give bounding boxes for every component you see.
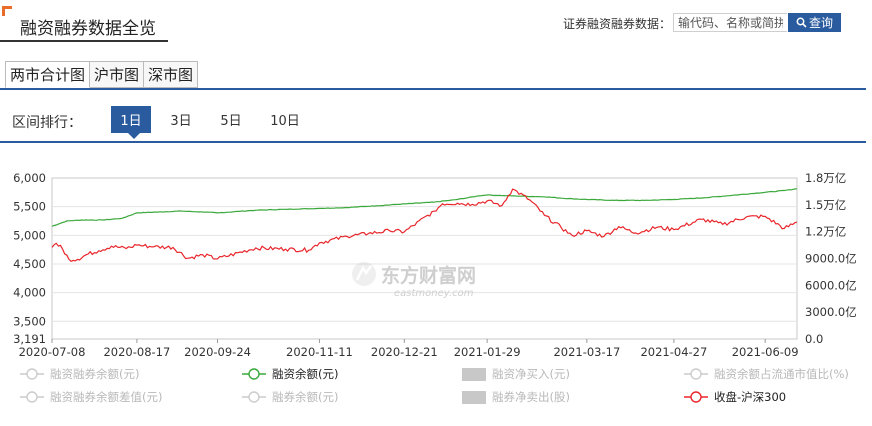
legend-item[interactable]: 融资融券余额(元) bbox=[20, 367, 139, 381]
tab-shanghai[interactable]: 沪市图 bbox=[89, 61, 145, 88]
x-tick-label: 2020-12-21 bbox=[371, 345, 438, 359]
watermark-text: 东方财富网 bbox=[381, 264, 476, 287]
y-left-tick-label: 4,500 bbox=[13, 257, 46, 271]
x-tick-label: 2020-08-17 bbox=[103, 345, 170, 359]
range-10-day-button[interactable]: 10日 bbox=[265, 106, 305, 133]
legend-item[interactable]: 融资融券余额差值(元) bbox=[20, 390, 162, 404]
legend-label: 融券净卖出(股) bbox=[492, 390, 570, 404]
tabs-divider bbox=[0, 88, 866, 90]
search-button-label: 查询 bbox=[808, 16, 833, 30]
stock-search-input[interactable] bbox=[673, 13, 787, 32]
legend-item[interactable]: 收盘-沪深300 bbox=[684, 390, 786, 404]
range-1-day-button[interactable]: 1日 bbox=[111, 106, 151, 133]
x-tick-label: 2021-06-09 bbox=[732, 345, 799, 359]
range-label: 区间排行： bbox=[12, 115, 82, 131]
legend-circle-icon bbox=[26, 368, 38, 380]
y-left-tick-label: 4,000 bbox=[13, 286, 46, 300]
y-right-tick-label: 9000.0亿 bbox=[805, 252, 857, 266]
x-tick-label: 2020-11-11 bbox=[286, 345, 353, 359]
x-tick-label: 2021-01-29 bbox=[454, 345, 521, 359]
eastmoney-watermark: 东方财富网 eastmoney.com bbox=[352, 262, 476, 299]
legend-label: 融资融券余额(元) bbox=[50, 367, 139, 381]
legend-item[interactable]: 融券余额(元) bbox=[242, 390, 338, 404]
legend-circle-icon bbox=[690, 391, 702, 403]
y-right-tick-label: 1.8万亿 bbox=[805, 171, 846, 185]
tab-shenzhen[interactable]: 深市图 bbox=[143, 61, 199, 88]
legend-label: 融资融券余额差值(元) bbox=[50, 390, 162, 404]
search-button[interactable]: 查询 bbox=[788, 13, 841, 32]
legend-label: 融资净买入(元) bbox=[492, 367, 570, 381]
x-tick-label: 2020-09-24 bbox=[184, 345, 251, 359]
legend-label: 融资余额(元) bbox=[272, 367, 338, 381]
x-tick-label: 2020-07-08 bbox=[19, 345, 86, 359]
tab-combined-markets[interactable]: 两市合计图 bbox=[5, 61, 91, 88]
margin-trading-chart: 东方财富网 eastmoney.com 6,000 5,500 5,000 4,500… bbox=[13, 171, 857, 404]
legend-bar-icon bbox=[462, 368, 486, 381]
y-left-tick-label: 6,000 bbox=[13, 171, 46, 185]
y-right-tick-label: 6000.0亿 bbox=[805, 278, 857, 292]
y-right-tick-label: 1.5万亿 bbox=[805, 198, 846, 212]
legend-circle-icon bbox=[248, 368, 260, 380]
title-corner-mark bbox=[2, 6, 12, 16]
legend-circle-icon bbox=[690, 368, 702, 380]
legend-item[interactable]: 融资净买入(元) bbox=[462, 367, 570, 381]
legend-circle-icon bbox=[248, 391, 260, 403]
range-5-day-button[interactable]: 5日 bbox=[213, 106, 249, 133]
market-tabs: 两市合计图 沪市图 深市图 bbox=[5, 61, 199, 89]
y-left-tick-label: 5,500 bbox=[13, 200, 46, 214]
range-3-day-button[interactable]: 3日 bbox=[163, 106, 199, 133]
legend-bar-icon bbox=[462, 391, 486, 404]
csi300-close-line bbox=[51, 188, 798, 263]
legend-label: 收盘-沪深300 bbox=[714, 390, 786, 404]
y-right-tick-label: 0.0 bbox=[805, 332, 823, 346]
search-label: 证券融资融券数据： bbox=[563, 17, 672, 31]
watermark-subtext: eastmoney.com bbox=[394, 288, 474, 299]
range-active-caret bbox=[128, 133, 140, 139]
chart-legend: 融资融券余额(元) 融资余额(元) 融资净买入(元) 融资余额占流通市值比(%) 融资融… bbox=[20, 367, 849, 404]
title-underline bbox=[0, 40, 168, 42]
y-left-tick-label: 5,000 bbox=[13, 228, 46, 242]
legend-label: 融券余额(元) bbox=[272, 390, 338, 404]
legend-item[interactable]: 融券净卖出(股) bbox=[462, 390, 570, 404]
x-tick-label: 2021-03-17 bbox=[553, 345, 620, 359]
legend-circle-icon bbox=[26, 391, 38, 403]
page-title: 融资融券数据全览 bbox=[20, 19, 156, 39]
margin-balance-line bbox=[51, 188, 798, 227]
y-left-tick-label: 3,191 bbox=[13, 332, 46, 346]
chart-series bbox=[51, 188, 798, 263]
y-right-tick-label: 1.2万亿 bbox=[805, 225, 846, 239]
y-right-tick-label: 3000.0亿 bbox=[805, 305, 857, 319]
y-left-tick-label: 3,500 bbox=[13, 314, 46, 328]
x-tick-label: 2021-04-27 bbox=[640, 345, 707, 359]
legend-label: 融资余额占流通市值比(%) bbox=[714, 367, 849, 381]
legend-item[interactable]: 融资余额占流通市值比(%) bbox=[684, 367, 849, 381]
legend-item[interactable]: 融资余额(元) bbox=[242, 367, 338, 381]
search-icon bbox=[796, 17, 807, 28]
